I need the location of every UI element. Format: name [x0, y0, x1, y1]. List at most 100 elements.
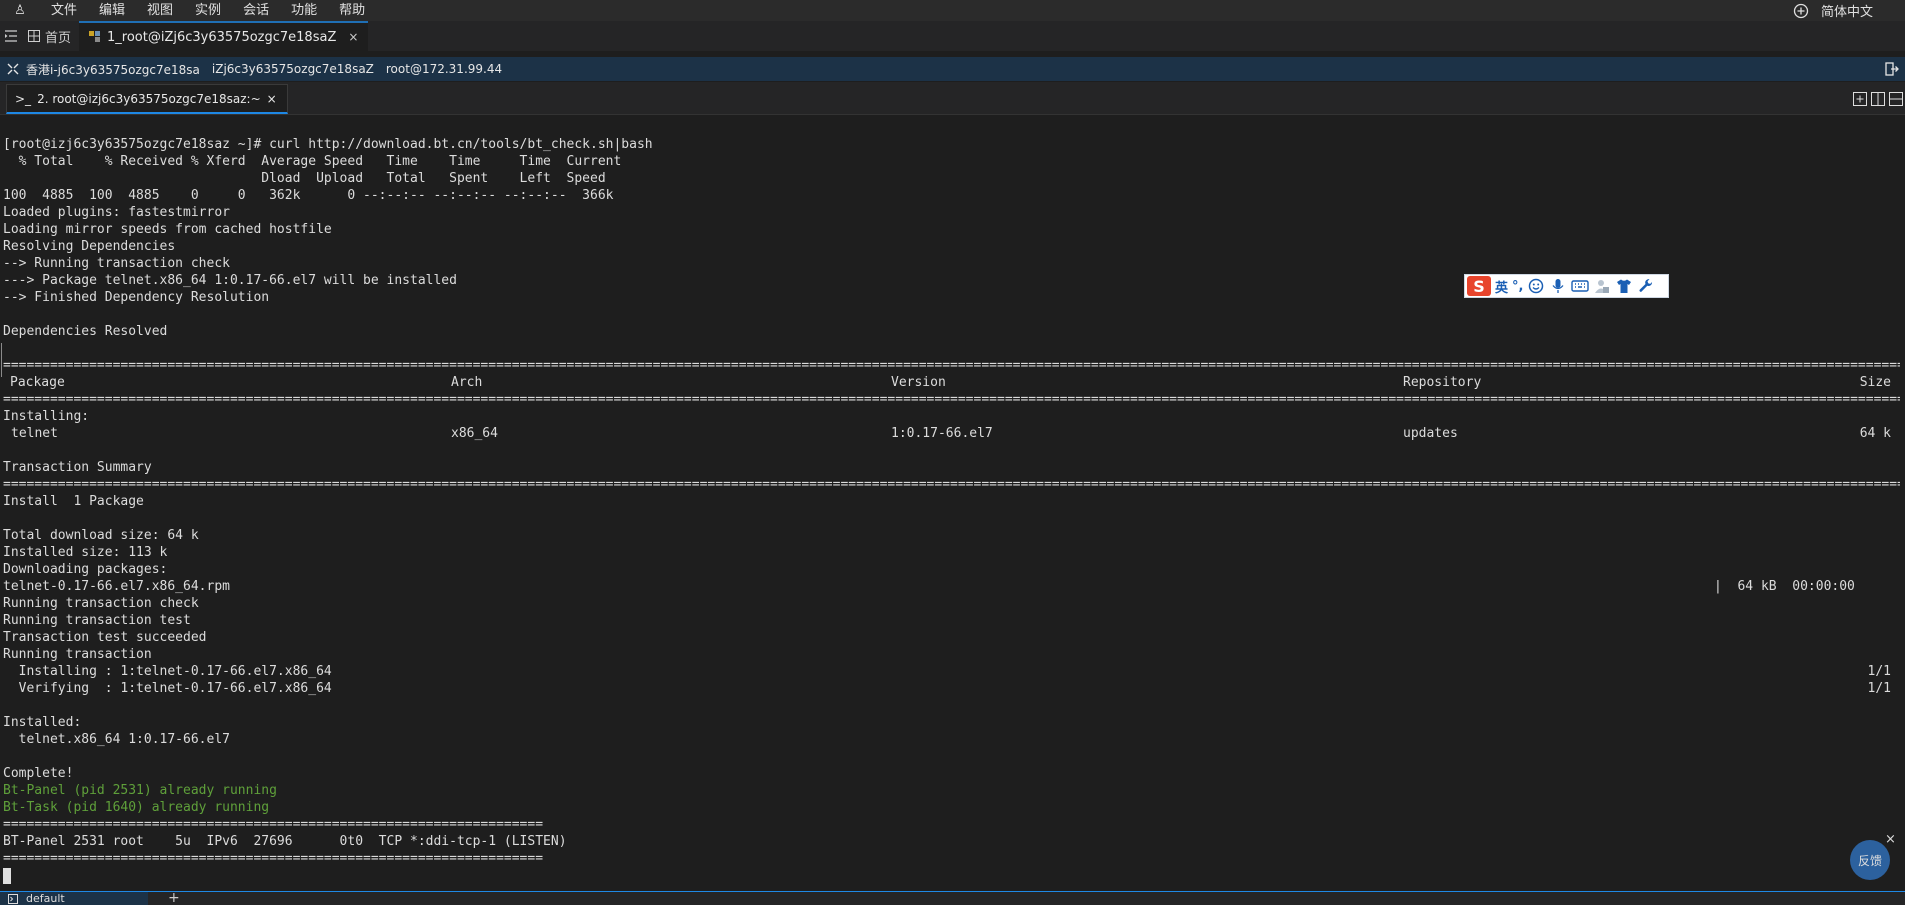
ime-toolbar[interactable]: S 英 °, — [1464, 274, 1669, 298]
terminal-cursor — [3, 867, 11, 884]
tab-home-label: 首页 — [45, 30, 72, 46]
installing-count: 1/1 — [1867, 664, 1891, 679]
menu-bar: ♙ 文件 编辑 视图 实例 会话 功能 帮助 简体中文 — [0, 0, 1905, 21]
add-circle-icon[interactable] — [1791, 1, 1811, 21]
terminal-line: Total download size: 64 k — [3, 528, 199, 543]
menu-instance[interactable]: 实例 — [184, 0, 232, 21]
separator-line: ========================================… — [3, 392, 1900, 407]
terminal-line: telnet.x86_64 1:0.17-66.el7 — [3, 732, 230, 747]
terminal-tab-bar: >_ 2. root@izj6c3y63575ozgc7e18saz:~ × — [0, 82, 1905, 115]
tab-session-1[interactable]: 1_root@iZj6c3y63575ozgc7e18saZ × — [79, 21, 369, 51]
terminal-line: Transaction test succeeded — [3, 630, 207, 645]
collapse-cross-icon[interactable] — [0, 63, 26, 75]
bottom-tab-default[interactable]: default — [0, 892, 148, 905]
terminal-tab-label: 2. root@izj6c3y63575ozgc7e18saz:~ — [37, 91, 261, 106]
split-vertical-icon[interactable] — [1871, 92, 1885, 106]
transaction-summary-label: Transaction Summary — [3, 460, 152, 475]
language-selector[interactable]: 简体中文 — [1821, 1, 1883, 20]
header-arch: Arch — [451, 375, 483, 390]
instance-region[interactable]: 香港i-j6c3y63575ozgc7e18sa — [26, 61, 212, 78]
table-row: telnet x86_64 1:0.17-66.el7 updates 64 k — [0, 425, 1905, 442]
terminal-tab-close-icon[interactable]: × — [267, 92, 277, 106]
terminal-prompt-icon: >_ — [15, 91, 32, 106]
installing-label: Installing: — [3, 409, 90, 424]
row-size: 64 k — [1859, 426, 1891, 441]
task-running-text: Bt-Task (pid 1640) already running — [3, 800, 270, 815]
emoji-icon[interactable] — [1527, 277, 1545, 295]
terminal-line: Install 1 Package — [3, 494, 144, 509]
layout-controls — [1853, 84, 1905, 114]
add-tab-icon[interactable]: + — [168, 891, 180, 905]
feedback-button[interactable]: 反馈 — [1850, 840, 1890, 880]
terminal-line: --> Running transaction check — [3, 256, 230, 271]
row-package: telnet — [11, 426, 58, 441]
header-size: Size — [1859, 375, 1891, 390]
terminal-line: Running transaction — [3, 647, 152, 662]
feedback-close-icon[interactable]: × — [1885, 832, 1896, 847]
verifying-count: 1/1 — [1867, 681, 1891, 696]
terminal-line: Installed size: 113 k — [3, 545, 168, 560]
settings-wrench-icon[interactable] — [1637, 277, 1655, 295]
terminal-line: Running transaction check — [3, 596, 199, 611]
menu-function[interactable]: 功能 — [280, 0, 328, 21]
instance-hostname[interactable]: iZj6c3y63575ozgc7e18saZ — [212, 62, 386, 76]
separator-line: ========================================… — [3, 477, 1900, 492]
sidebar-toggle-icon[interactable] — [0, 21, 22, 51]
session-tab-bar: 首页 1_root@iZj6c3y63575ozgc7e18saZ × — [0, 21, 1905, 51]
table-left-border — [1, 343, 2, 377]
menu-help[interactable]: 帮助 — [328, 0, 376, 21]
status-line-green: Bt-Panel (pid 2531) already running — [0, 782, 1905, 799]
tab-home[interactable]: 首页 — [22, 21, 79, 51]
header-package: Package — [10, 375, 65, 390]
listen-line: BT-Panel 2531 root 5u IPv6 27696 0t0 TCP… — [3, 834, 567, 849]
bottom-bar: default + — [0, 891, 1905, 905]
installing-step: Installing : 1:telnet-0.17-66.el7.x86_64 — [3, 664, 332, 679]
user-toolbox-icon[interactable] — [1593, 277, 1611, 295]
keyboard-icon[interactable] — [1571, 277, 1590, 295]
exit-icon[interactable] — [1879, 62, 1905, 76]
verifying-step-row: Verifying : 1:telnet-0.17-66.el7.x86_64 … — [0, 680, 1905, 697]
terminal-line: Loading mirror speeds from cached hostfi… — [3, 222, 332, 237]
download-row: telnet-0.17-66.el7.x86_64.rpm | 64 kB 00… — [0, 578, 1905, 595]
menu-session[interactable]: 会话 — [232, 0, 280, 21]
skin-shirt-icon[interactable] — [1615, 277, 1633, 295]
row-arch: x86_64 — [451, 426, 498, 441]
new-pane-icon[interactable] — [1853, 92, 1867, 106]
menu-edit[interactable]: 编辑 — [88, 0, 136, 21]
prompt-line[interactable] — [0, 867, 1905, 884]
terminal-line: 100 4885 100 4885 0 0 362k 0 --:--:-- --… — [3, 188, 614, 203]
ime-logo-icon[interactable]: S — [1467, 276, 1491, 296]
microphone-icon[interactable] — [1549, 277, 1567, 295]
terminal-tab[interactable]: >_ 2. root@izj6c3y63575ozgc7e18saz:~ × — [6, 84, 288, 114]
instance-address[interactable]: root@172.31.99.44 — [386, 62, 514, 76]
terminal-line: Complete! — [3, 766, 74, 781]
terminal-line: Dload Upload Total Spent Left Speed — [3, 171, 606, 186]
terminal-line: Downloading packages: — [3, 562, 168, 577]
terminal-line: % Total % Received % Xferd Average Speed… — [3, 154, 622, 169]
terminal-line: Installed: — [3, 715, 82, 730]
terminal-line: Loaded plugins: fastestmirror — [3, 205, 230, 220]
app-logo-icon[interactable]: ♙ — [0, 3, 40, 18]
menu-file[interactable]: 文件 — [40, 0, 88, 21]
short-separator-line: ========================================… — [3, 851, 544, 866]
terminal-line: [root@izj6c3y63575ozgc7e18saz ~]# curl h… — [3, 137, 653, 152]
server-status-icon — [89, 31, 101, 42]
table-header-row: Package Arch Version Repository Size — [0, 374, 1905, 391]
terminal-output[interactable]: [root@izj6c3y63575ozgc7e18saz ~]# curl h… — [0, 115, 1905, 891]
session-info-bar: 香港i-j6c3y63575ozgc7e18sa iZj6c3y63575ozg… — [0, 57, 1905, 81]
menu-view[interactable]: 视图 — [136, 0, 184, 21]
tab-close-icon[interactable]: × — [348, 30, 358, 44]
bottom-tab-label: default — [26, 892, 65, 905]
row-version: 1:0.17-66.el7 — [891, 426, 993, 441]
tab-session-label: 1_root@iZj6c3y63575ozgc7e18saZ — [107, 29, 337, 45]
terminal-box-icon — [8, 893, 18, 904]
verifying-step: Verifying : 1:telnet-0.17-66.el7.x86_64 — [3, 681, 332, 696]
split-horizontal-icon[interactable] — [1889, 92, 1903, 106]
ime-language-toggle[interactable]: 英 — [1495, 277, 1508, 296]
ime-punctuation-toggle[interactable]: °, — [1512, 279, 1523, 294]
panel-running-text: Bt-Panel (pid 2531) already running — [3, 783, 277, 798]
status-line-green: Bt-Task (pid 1640) already running — [0, 799, 1905, 816]
